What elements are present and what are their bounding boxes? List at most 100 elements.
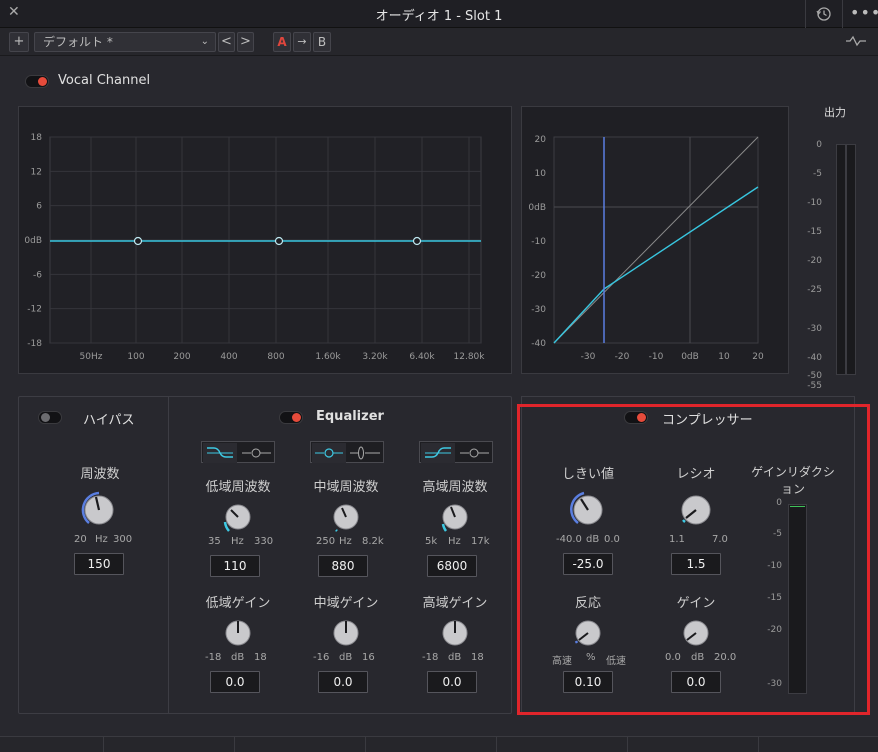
eq-x-tick: 800 bbox=[267, 352, 284, 362]
mid-freq-max: 8.2k bbox=[362, 536, 384, 547]
comp-y-tick: 0dB bbox=[528, 203, 546, 213]
mid-freq-min: 250 bbox=[316, 536, 336, 547]
eq-x-tick: 200 bbox=[173, 352, 190, 362]
highpass-title: ハイパス bbox=[83, 413, 135, 428]
mid-gain-unit: dB bbox=[339, 652, 353, 663]
low-gain-value[interactable]: 0.0 bbox=[210, 671, 260, 693]
equalizer-toggle[interactable] bbox=[279, 411, 303, 424]
divider bbox=[365, 736, 366, 752]
divider bbox=[168, 396, 169, 714]
mid-freq-label: 中域周波数 bbox=[313, 480, 379, 495]
copy-a-to-b-button[interactable]: → bbox=[293, 32, 311, 52]
output-meter-tick: 0 bbox=[816, 140, 822, 150]
add-button[interactable]: + bbox=[9, 32, 29, 52]
preset-dropdown[interactable]: デフォルト * ⌄ bbox=[34, 32, 216, 52]
highpass-min: 20 bbox=[74, 534, 87, 545]
eq-y-tick: 18 bbox=[31, 133, 43, 143]
high-gain-value[interactable]: 0.0 bbox=[427, 671, 477, 693]
high-freq-min: 5k bbox=[425, 536, 438, 547]
highpass-freq-knob[interactable] bbox=[79, 490, 119, 530]
high-gain-min: -18 bbox=[422, 652, 439, 663]
eq-y-tick: -18 bbox=[27, 339, 42, 349]
low-freq-knob[interactable] bbox=[221, 500, 255, 534]
mid-freq-knob[interactable] bbox=[329, 500, 363, 534]
eq-graph-svg: 18 12 6 0dB -6 -12 -18 50Hz 100 200 400 800 1.60k 3.2… bbox=[24, 133, 486, 362]
eq-x-tick: 6.40k bbox=[409, 352, 435, 362]
output-meter-tick: -20 bbox=[807, 256, 822, 266]
high-gain-knob[interactable] bbox=[438, 616, 472, 650]
eq-node-low bbox=[133, 236, 143, 246]
eq-y-tick: 6 bbox=[36, 202, 42, 212]
more-options-icon[interactable]: ••• bbox=[850, 3, 878, 22]
eq-y-tick: 0dB bbox=[24, 236, 42, 246]
low-gain-knob[interactable] bbox=[221, 616, 255, 650]
output-meter-label: 出力 bbox=[824, 106, 846, 119]
mid-gain-value[interactable]: 0.0 bbox=[318, 671, 368, 693]
highlight-box bbox=[517, 404, 870, 715]
history-icon[interactable] bbox=[814, 5, 834, 23]
compare-b-button[interactable]: B bbox=[313, 32, 331, 52]
mid-gain-label: 中域ゲイン bbox=[313, 596, 379, 611]
divider bbox=[103, 736, 104, 752]
output-meter-tick: -50 bbox=[807, 371, 822, 381]
compressor-transfer-graph[interactable]: 20 10 0dB -10 -20 -30 -40 -30 -20 -10 0dB 10 20 bbox=[521, 106, 789, 374]
eq-y-tick: 12 bbox=[31, 167, 42, 177]
high-freq-max: 17k bbox=[471, 536, 490, 547]
divider bbox=[496, 736, 497, 752]
previous-preset-button[interactable]: < bbox=[218, 32, 235, 52]
next-preset-button[interactable]: > bbox=[237, 32, 254, 52]
eq-y-tick: -12 bbox=[27, 305, 42, 315]
eq-node-mid bbox=[274, 236, 284, 246]
highpass-toggle[interactable] bbox=[38, 411, 62, 424]
comp-x-tick: -30 bbox=[581, 352, 596, 362]
highpass-freq-value[interactable]: 150 bbox=[74, 553, 124, 575]
comp-x-tick: 0dB bbox=[681, 352, 699, 362]
eq-node-high bbox=[412, 236, 422, 246]
compare-a-button[interactable]: A bbox=[273, 32, 291, 52]
high-freq-value[interactable]: 6800 bbox=[427, 555, 477, 577]
comp-y-tick: -20 bbox=[531, 271, 546, 281]
mid-band-filter-selector[interactable] bbox=[310, 441, 384, 463]
high-band-filter-selector[interactable] bbox=[419, 441, 493, 463]
divider bbox=[805, 0, 806, 28]
low-freq-max: 330 bbox=[254, 536, 274, 547]
equalizer-title: Equalizer bbox=[316, 409, 384, 424]
output-meter-tick: -15 bbox=[807, 227, 822, 237]
comp-y-tick: 10 bbox=[535, 169, 547, 179]
comp-graph-svg: 20 10 0dB -10 -20 -30 -40 -30 -20 -10 0dB 10 20 bbox=[528, 135, 764, 362]
high-freq-unit: Hz bbox=[448, 536, 461, 547]
channel-toggle[interactable] bbox=[25, 75, 49, 88]
comp-x-tick: -10 bbox=[649, 352, 664, 362]
output-meter-tick: -25 bbox=[807, 285, 822, 295]
low-gain-label: 低域ゲイン bbox=[205, 596, 271, 611]
low-freq-unit: Hz bbox=[231, 536, 244, 547]
high-freq-knob[interactable] bbox=[438, 500, 472, 534]
divider bbox=[234, 736, 235, 752]
low-band-filter-selector[interactable] bbox=[201, 441, 275, 463]
mid-freq-value[interactable]: 880 bbox=[318, 555, 368, 577]
low-freq-min: 35 bbox=[208, 536, 221, 547]
eq-x-tick: 400 bbox=[220, 352, 237, 362]
eq-x-tick: 50Hz bbox=[80, 352, 103, 362]
output-meter-tick: -30 bbox=[807, 324, 822, 334]
mid-gain-knob[interactable] bbox=[329, 616, 363, 650]
divider bbox=[758, 736, 759, 752]
mid-gain-max: 16 bbox=[362, 652, 375, 663]
high-gain-max: 18 bbox=[471, 652, 484, 663]
low-gain-min: -18 bbox=[205, 652, 222, 663]
comp-y-tick: 20 bbox=[535, 135, 547, 145]
eq-x-tick: 12.80k bbox=[454, 352, 486, 362]
divider bbox=[627, 736, 628, 752]
low-freq-value[interactable]: 110 bbox=[210, 555, 260, 577]
output-meter-tick: -55 bbox=[807, 381, 822, 391]
output-meter-tick: -10 bbox=[807, 198, 822, 208]
highpass-unit: Hz bbox=[95, 534, 108, 545]
waveform-icon[interactable] bbox=[845, 34, 867, 48]
output-meter-left bbox=[836, 144, 846, 375]
high-gain-unit: dB bbox=[448, 652, 462, 663]
mid-freq-unit: Hz bbox=[339, 536, 352, 547]
output-meter-tick: -40 bbox=[807, 353, 822, 363]
eq-response-graph[interactable]: 18 12 6 0dB -6 -12 -18 50Hz 100 200 400 800 1.60k 3.2… bbox=[18, 106, 512, 374]
highpass-max: 300 bbox=[113, 534, 133, 545]
divider bbox=[842, 0, 843, 28]
